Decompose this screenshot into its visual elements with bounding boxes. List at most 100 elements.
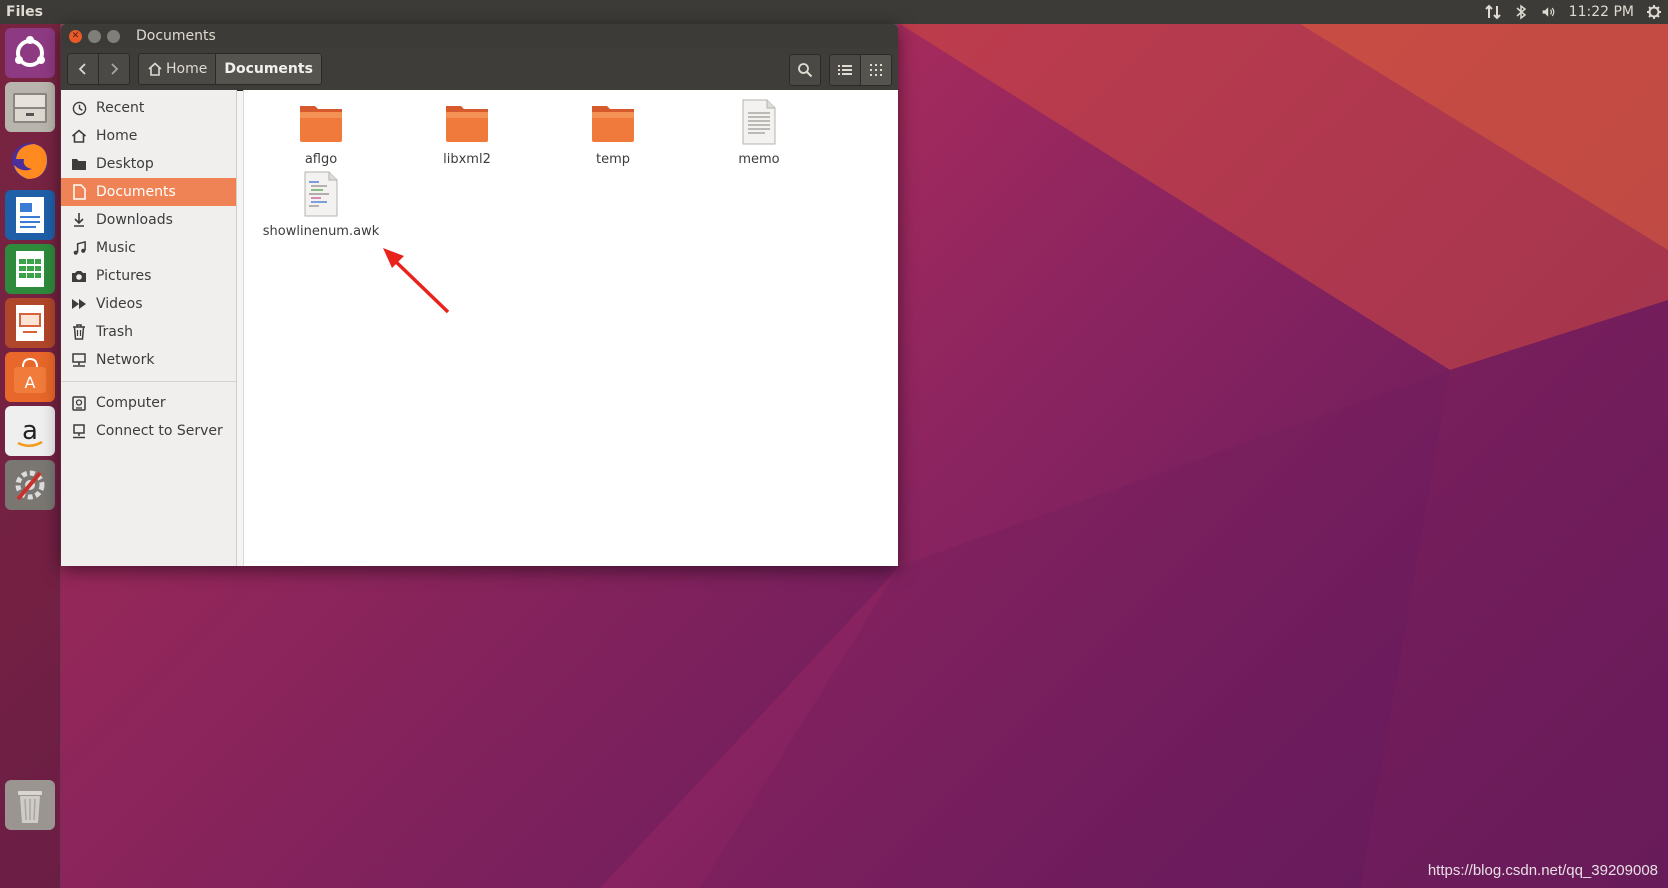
- sidebar-item-label: Documents: [96, 184, 176, 200]
- launcher: A a: [0, 24, 61, 888]
- trash-icon: [70, 324, 88, 340]
- sidebar-separator: [61, 381, 236, 382]
- file-view[interactable]: aflgo libxml2 temp memo showlinenum.awk: [243, 90, 898, 566]
- server-icon: [70, 423, 88, 439]
- sidebar-item-label: Downloads: [96, 212, 173, 228]
- drive-icon: [70, 395, 88, 411]
- software-center-icon[interactable]: A: [5, 352, 55, 402]
- sidebar-item-downloads[interactable]: Downloads: [61, 206, 236, 234]
- sidebar-item-label: Desktop: [96, 156, 154, 172]
- ubuntu-dash-icon[interactable]: [5, 28, 55, 78]
- file-item-text[interactable]: memo: [699, 98, 819, 167]
- grid-view-button[interactable]: [861, 55, 891, 85]
- folder-icon: [592, 106, 634, 142]
- sidebar-item-trash[interactable]: Trash: [61, 318, 236, 346]
- path-home-label: Home: [166, 61, 208, 77]
- trash-icon[interactable]: [5, 780, 55, 830]
- sidebar-item-label: Connect to Server: [96, 423, 223, 439]
- list-view-button[interactable]: [830, 55, 861, 85]
- bluetooth-icon[interactable]: [1513, 4, 1529, 20]
- file-item-folder[interactable]: libxml2: [407, 98, 527, 167]
- desktop-folder-icon: [70, 157, 88, 171]
- close-window-button[interactable]: ✕: [69, 29, 82, 43]
- sidebar-item-desktop[interactable]: Desktop: [61, 150, 236, 178]
- path-bar: Home Documents: [138, 53, 322, 85]
- impress-icon[interactable]: [5, 298, 55, 348]
- sidebar-item-label: Home: [96, 128, 138, 144]
- file-name: aflgo: [304, 152, 338, 167]
- sidebar-item-recent[interactable]: Recent: [61, 94, 236, 122]
- file-name: showlinenum.awk: [262, 224, 380, 239]
- file-name: temp: [595, 152, 630, 167]
- music-icon: [70, 240, 88, 256]
- sidebar-item-label: Pictures: [96, 268, 152, 284]
- file-item-folder[interactable]: temp: [553, 98, 673, 167]
- path-home-button[interactable]: Home: [139, 54, 217, 84]
- files-icon[interactable]: [5, 82, 55, 132]
- back-button[interactable]: [68, 54, 99, 84]
- indicator-area: 11:22 PM: [1484, 0, 1662, 24]
- sidebar-item-home[interactable]: Home: [61, 122, 236, 150]
- view-mode-buttons: [829, 54, 892, 86]
- chevron-left-icon: [78, 63, 86, 75]
- sidebar-item-network[interactable]: Network: [61, 346, 236, 374]
- svg-text:a: a: [22, 416, 38, 446]
- system-settings-icon[interactable]: [5, 460, 55, 510]
- sidebar-item-pictures[interactable]: Pictures: [61, 262, 236, 290]
- files-window: ✕ Documents Home Documents Recent Home D…: [61, 24, 898, 566]
- network-icon: [70, 352, 88, 368]
- sidebar-item-label: Computer: [96, 395, 166, 411]
- path-current-button[interactable]: Documents: [216, 54, 321, 84]
- script-file-icon: [304, 171, 338, 217]
- amazon-icon[interactable]: a: [5, 406, 55, 456]
- file-item-script[interactable]: showlinenum.awk: [261, 170, 381, 239]
- navigation-buttons: [67, 53, 130, 85]
- sidebar-item-videos[interactable]: Videos: [61, 290, 236, 318]
- search-button-group: [789, 54, 821, 86]
- sidebar-item-connect-to-server[interactable]: Connect to Server: [61, 417, 236, 445]
- download-icon: [70, 212, 88, 228]
- calc-icon[interactable]: [5, 244, 55, 294]
- volume-icon[interactable]: [1541, 4, 1557, 20]
- text-file-icon: [742, 99, 776, 145]
- search-button[interactable]: [790, 55, 820, 85]
- sidebar-item-label: Network: [96, 352, 155, 368]
- window-titlebar[interactable]: ✕ Documents: [61, 24, 898, 48]
- toolbar: Home Documents: [61, 48, 898, 91]
- sidebar-item-music[interactable]: Music: [61, 234, 236, 262]
- grid-icon: [870, 64, 882, 76]
- home-icon: [70, 129, 88, 143]
- camera-icon: [70, 269, 88, 283]
- clock[interactable]: 11:22 PM: [1569, 4, 1634, 20]
- sidebar-item-label: Trash: [96, 324, 133, 340]
- firefox-icon[interactable]: [5, 136, 55, 186]
- path-current-label: Documents: [224, 61, 313, 77]
- document-icon: [70, 184, 88, 200]
- folder-icon: [446, 106, 488, 142]
- sidebar-item-computer[interactable]: Computer: [61, 389, 236, 417]
- network-icon[interactable]: [1484, 4, 1501, 20]
- video-icon: [70, 298, 88, 310]
- writer-icon[interactable]: [5, 190, 55, 240]
- window-title: Documents: [136, 28, 216, 44]
- active-app-title: Files: [6, 4, 43, 20]
- chevron-right-icon: [111, 63, 119, 75]
- svg-text:A: A: [25, 373, 36, 392]
- sidebar-item-label: Videos: [96, 296, 143, 312]
- list-icon: [838, 65, 852, 75]
- power-gear-icon[interactable]: [1646, 4, 1662, 20]
- sidebar-item-label: Music: [96, 240, 136, 256]
- top-panel: Files 11:22 PM: [0, 0, 1668, 24]
- sidebar-item-documents[interactable]: Documents: [61, 178, 236, 206]
- folder-icon: [300, 106, 342, 142]
- minimize-window-button[interactable]: [88, 29, 101, 43]
- clock-icon: [70, 101, 88, 116]
- search-icon: [798, 63, 813, 78]
- file-name: libxml2: [443, 152, 491, 167]
- home-icon: [148, 62, 162, 76]
- sidebar: Recent Home Desktop Documents Downloads …: [61, 90, 237, 566]
- forward-button[interactable]: [99, 54, 129, 84]
- file-item-folder[interactable]: aflgo: [261, 98, 381, 167]
- maximize-window-button[interactable]: [107, 29, 120, 43]
- file-name: memo: [738, 152, 780, 167]
